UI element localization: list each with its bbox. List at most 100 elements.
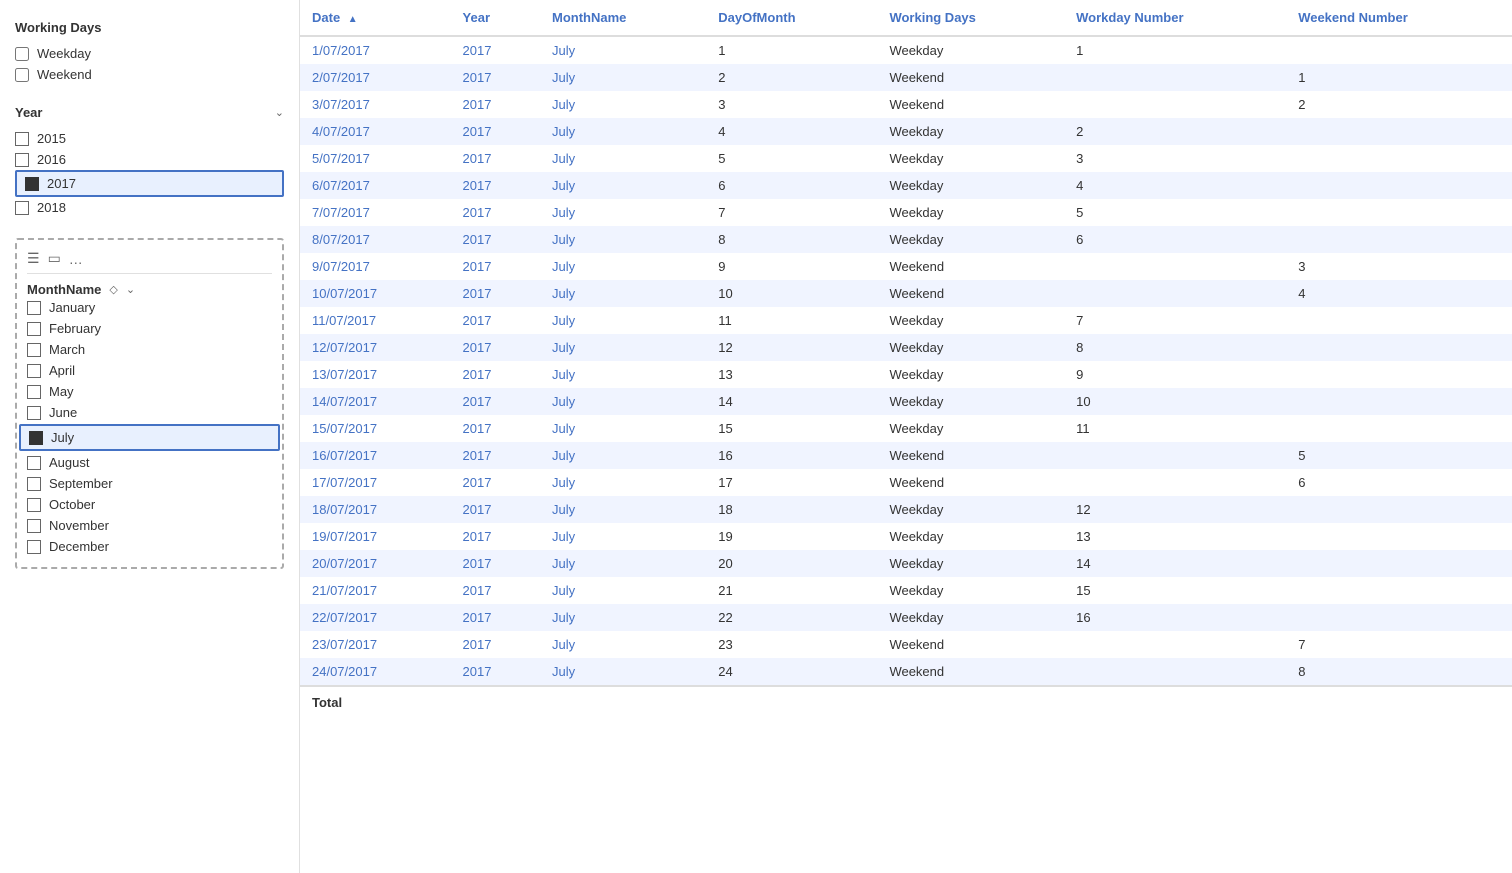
year-2018-checkbox[interactable]: [15, 201, 29, 215]
total-day: [706, 686, 877, 718]
cell-23-5: [1064, 658, 1286, 686]
cell-3-5: 2: [1064, 118, 1286, 145]
more-options-icon[interactable]: …: [69, 251, 83, 267]
year-item-2015[interactable]: 2015: [15, 128, 284, 149]
cell-23-0: 24/07/2017: [300, 658, 451, 686]
table-row: 8/07/20172017July8Weekday6: [300, 226, 1512, 253]
month-july-checkbox[interactable]: [29, 431, 43, 445]
month-item-november[interactable]: November: [27, 515, 272, 536]
month-item-october[interactable]: October: [27, 494, 272, 515]
cell-5-1: 2017: [451, 172, 540, 199]
cell-6-4: Weekday: [877, 199, 1064, 226]
year-2017-checkbox[interactable]: [25, 177, 39, 191]
expand-icon[interactable]: ▭: [48, 250, 61, 267]
cell-10-6: [1286, 307, 1512, 334]
year-item-2016[interactable]: 2016: [15, 149, 284, 170]
col-header-year[interactable]: Year: [451, 0, 540, 36]
cell-5-3: 6: [706, 172, 877, 199]
cell-16-4: Weekend: [877, 469, 1064, 496]
cell-12-3: 13: [706, 361, 877, 388]
cell-18-4: Weekday: [877, 523, 1064, 550]
cell-11-2: July: [540, 334, 706, 361]
cell-20-2: July: [540, 577, 706, 604]
sort-chevron-icon[interactable]: ⌄: [126, 283, 135, 296]
month-june-checkbox[interactable]: [27, 406, 41, 420]
month-october-checkbox[interactable]: [27, 498, 41, 512]
sort-ascending-icon[interactable]: ◇: [109, 283, 117, 296]
col-header-date[interactable]: Date ▲: [300, 0, 451, 36]
month-item-march[interactable]: March: [27, 339, 272, 360]
total-year: [451, 686, 540, 718]
month-december-checkbox[interactable]: [27, 540, 41, 554]
month-june-label: June: [49, 405, 77, 420]
cell-7-6: [1286, 226, 1512, 253]
col-header-weekendnumber[interactable]: Weekend Number: [1286, 0, 1512, 36]
month-may-checkbox[interactable]: [27, 385, 41, 399]
cell-23-6: 8: [1286, 658, 1512, 686]
weekday-checkbox[interactable]: [15, 47, 29, 61]
year-item-2018[interactable]: 2018: [15, 197, 284, 218]
cell-22-2: July: [540, 631, 706, 658]
total-month: [540, 686, 706, 718]
cell-16-6: 6: [1286, 469, 1512, 496]
col-header-monthname[interactable]: MonthName: [540, 0, 706, 36]
month-item-december[interactable]: December: [27, 536, 272, 557]
col-header-dayofmonth[interactable]: DayOfMonth: [706, 0, 877, 36]
cell-4-2: July: [540, 145, 706, 172]
cell-10-3: 11: [706, 307, 877, 334]
cell-19-1: 2017: [451, 550, 540, 577]
table-row: 1/07/20172017July1Weekday1: [300, 36, 1512, 64]
month-february-checkbox[interactable]: [27, 322, 41, 336]
weekend-checkbox-item[interactable]: Weekend: [15, 64, 284, 85]
month-item-may[interactable]: May: [27, 381, 272, 402]
month-march-checkbox[interactable]: [27, 343, 41, 357]
cell-7-3: 8: [706, 226, 877, 253]
month-december-label: December: [49, 539, 109, 554]
working-days-title: Working Days: [15, 20, 284, 35]
month-january-checkbox[interactable]: [27, 301, 41, 315]
month-september-label: September: [49, 476, 113, 491]
cell-2-3: 3: [706, 91, 877, 118]
filter-rows-icon[interactable]: ☰: [27, 250, 40, 267]
cell-14-1: 2017: [451, 415, 540, 442]
cell-10-5: 7: [1064, 307, 1286, 334]
cell-3-6: [1286, 118, 1512, 145]
cell-19-6: [1286, 550, 1512, 577]
month-item-september[interactable]: September: [27, 473, 272, 494]
table-row: 21/07/20172017July21Weekday15: [300, 577, 1512, 604]
month-september-checkbox[interactable]: [27, 477, 41, 491]
chevron-down-icon[interactable]: ⌄: [275, 106, 284, 119]
cell-17-6: [1286, 496, 1512, 523]
cell-21-5: 16: [1064, 604, 1286, 631]
month-item-april[interactable]: April: [27, 360, 272, 381]
year-item-2017[interactable]: 2017: [15, 170, 284, 197]
cell-0-2: July: [540, 36, 706, 64]
year-2015-checkbox[interactable]: [15, 132, 29, 146]
weekday-checkbox-item[interactable]: Weekday: [15, 43, 284, 64]
cell-0-4: Weekday: [877, 36, 1064, 64]
table-row: 5/07/20172017July5Weekday3: [300, 145, 1512, 172]
month-item-january[interactable]: January: [27, 297, 272, 318]
cell-4-3: 5: [706, 145, 877, 172]
cell-1-3: 2: [706, 64, 877, 91]
weekend-checkbox[interactable]: [15, 68, 29, 82]
cell-12-1: 2017: [451, 361, 540, 388]
cell-6-6: [1286, 199, 1512, 226]
cell-11-3: 12: [706, 334, 877, 361]
month-april-checkbox[interactable]: [27, 364, 41, 378]
col-header-workingdays[interactable]: Working Days: [877, 0, 1064, 36]
cell-9-6: 4: [1286, 280, 1512, 307]
cell-22-0: 23/07/2017: [300, 631, 451, 658]
year-title: Year: [15, 105, 42, 120]
month-item-june[interactable]: June: [27, 402, 272, 423]
col-header-workdaynumber[interactable]: Workday Number: [1064, 0, 1286, 36]
month-item-february[interactable]: February: [27, 318, 272, 339]
total-label: Total: [300, 686, 451, 718]
month-august-checkbox[interactable]: [27, 456, 41, 470]
month-name-label: MonthName: [27, 282, 101, 297]
month-item-july[interactable]: July: [19, 424, 280, 451]
month-item-august[interactable]: August: [27, 452, 272, 473]
year-2016-checkbox[interactable]: [15, 153, 29, 167]
month-november-checkbox[interactable]: [27, 519, 41, 533]
cell-23-1: 2017: [451, 658, 540, 686]
